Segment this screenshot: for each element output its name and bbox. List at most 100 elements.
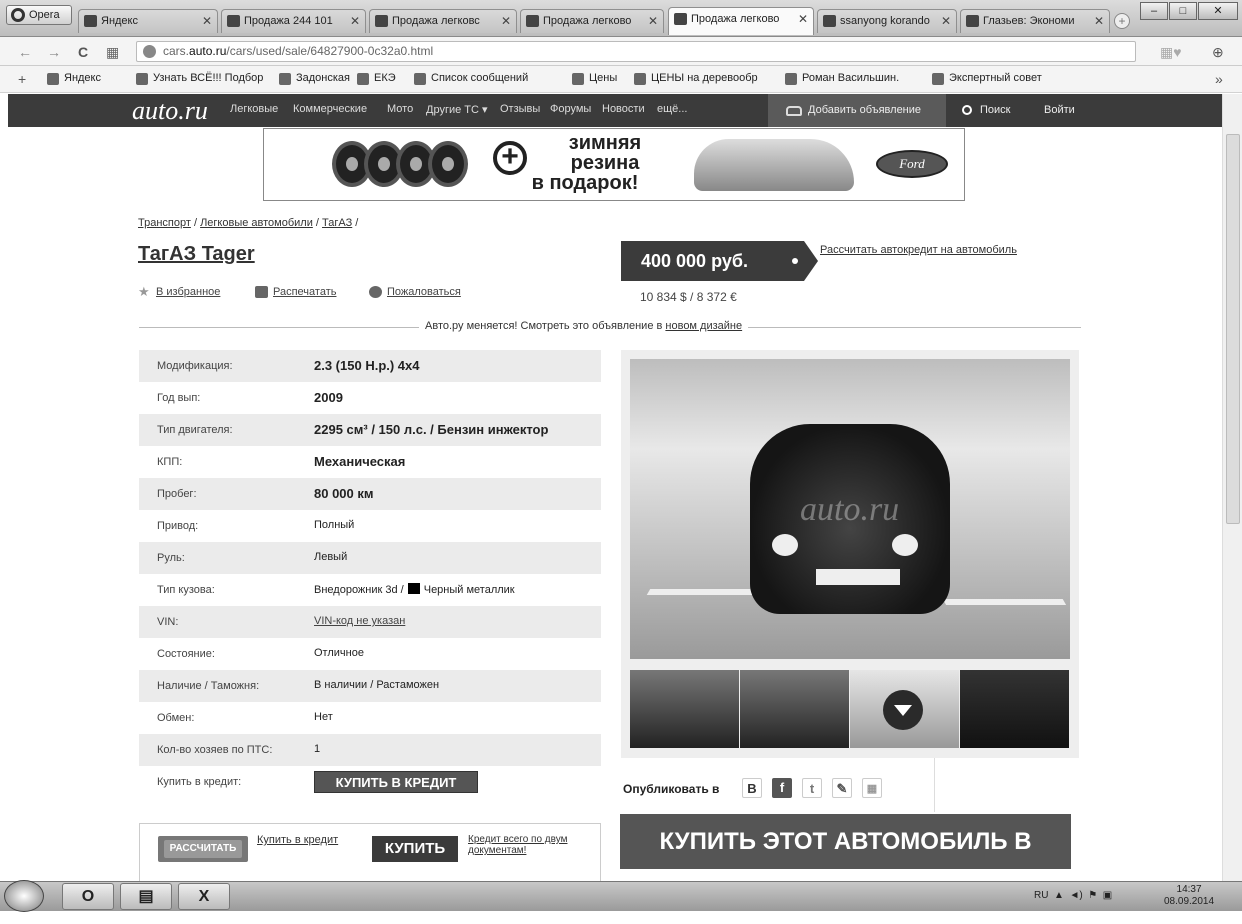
breadcrumb: Транспорт / Легковые автомобили / ТагАЗ … (138, 217, 359, 229)
photo-thumbnail[interactable] (960, 670, 1069, 748)
clock-time: 14:37 (1176, 884, 1202, 895)
nav-forums[interactable]: Форумы (550, 103, 591, 115)
url-input[interactable]: cars.auto.ru/cars/used/sale/64827900-0c3… (136, 41, 1136, 62)
search-result-icon (823, 15, 836, 27)
spec-value: 2295 см³ / 150 л.с. / Бензин инжектор (314, 422, 549, 437)
clock[interactable]: 14:37 08.09.2014 (1164, 884, 1214, 908)
credit-calc-link[interactable]: Рассчитать автокредит на автомобиль (820, 244, 1017, 256)
stash-icon[interactable]: ▦♥ (1160, 44, 1182, 61)
search-button[interactable]: Поиск (956, 94, 1010, 127)
site-logo[interactable]: auto.ru (132, 96, 208, 126)
livejournal-icon[interactable]: ✎ (832, 778, 852, 798)
forward-icon[interactable]: → (47, 44, 61, 60)
close-icon[interactable]: ✕ (648, 10, 658, 32)
page-scrollbar[interactable] (1222, 94, 1242, 881)
vk-icon[interactable]: В (742, 778, 762, 798)
close-icon[interactable]: ✕ (941, 10, 951, 32)
back-icon[interactable]: ← (18, 44, 32, 60)
main-car-photo[interactable]: auto.ru (630, 359, 1070, 659)
spec-key: Модификация: (157, 360, 233, 372)
new-tab-button[interactable]: + (1114, 13, 1130, 29)
twitter-icon[interactable]: t (802, 778, 822, 798)
bookmark-item[interactable]: Экспертный совет (932, 72, 1042, 85)
tab-sale-active[interactable]: Продажа легково ✕ (668, 7, 814, 35)
page-title[interactable]: ТагАЗ Tager (138, 243, 255, 266)
facebook-icon[interactable]: f (772, 778, 792, 798)
close-icon[interactable]: ✕ (798, 8, 808, 30)
reload-icon[interactable]: C (78, 44, 88, 60)
spec-row: КПП: Механическая (139, 446, 601, 478)
nav-cars[interactable]: Легковые (230, 103, 278, 115)
opera-taskbar-icon[interactable]: O (62, 883, 114, 910)
nav-reviews[interactable]: Отзывы (500, 103, 540, 115)
nav-moto[interactable]: Мото (387, 103, 413, 115)
scrollbar-thumb[interactable] (1226, 134, 1240, 524)
maximize-button[interactable]: □ (1169, 2, 1197, 20)
tab-sale-2[interactable]: Продажа легковс ✕ (369, 9, 517, 33)
download-icon[interactable]: ⊕ (1212, 44, 1224, 61)
favorite-link[interactable]: ★ В избранное (138, 284, 220, 299)
spec-row: Кол-во хозяев по ПТС: 1 (139, 734, 601, 766)
bookmark-item[interactable]: Яндекс (47, 72, 101, 85)
nav-news[interactable]: Новости (602, 103, 645, 115)
photo-thumbnail[interactable] (630, 670, 739, 748)
explorer-taskbar-icon[interactable]: ▤ (120, 883, 172, 910)
add-bookmark-icon[interactable]: + (18, 71, 26, 87)
minimize-button[interactable]: – (1140, 2, 1168, 20)
start-button[interactable] (4, 880, 44, 912)
spec-row: Тип кузова: Внедорожник 3d / Черный металл… (139, 574, 601, 606)
bookmark-item[interactable]: Роман Васильшин. (785, 72, 899, 85)
parking-line (942, 599, 1070, 659)
calculate-button[interactable]: РАССЧИТАТЬ (158, 836, 248, 862)
speed-dial-icon[interactable]: ▦ (106, 44, 119, 61)
nav-other[interactable]: Другие ТС ▾ (426, 103, 488, 116)
breadcrumb-cars[interactable]: Легковые автомобили (200, 217, 313, 229)
opera-menu-button[interactable]: Opera (6, 5, 72, 25)
nav-more[interactable]: ещё... (657, 103, 687, 115)
credit-docs-link[interactable]: Кредит всего по двум документам! (468, 834, 568, 856)
complain-link[interactable]: Пожаловаться (369, 286, 461, 298)
close-window-button[interactable]: ✕ (1198, 2, 1238, 20)
photo-thumbnail[interactable] (740, 670, 849, 748)
breadcrumb-transport[interactable]: Транспорт (138, 217, 191, 229)
site-info-icon[interactable] (143, 45, 156, 58)
headlight (892, 534, 918, 556)
vin-link[interactable]: VIN-код не указан (314, 615, 405, 627)
tab-sale-1[interactable]: Продажа 244 101 ✕ (221, 9, 366, 33)
spec-key: Состояние: (157, 648, 215, 660)
tab-yandex[interactable]: Яндекс ✕ (78, 9, 218, 33)
print-link[interactable]: Распечатать (255, 286, 336, 298)
tab-sale-3[interactable]: Продажа легково ✕ (520, 9, 664, 33)
close-icon[interactable]: ✕ (1094, 10, 1104, 32)
close-icon[interactable]: ✕ (350, 10, 360, 32)
login-link[interactable]: Войти (1044, 94, 1075, 127)
bookmark-item[interactable]: Список сообщений (414, 72, 528, 85)
tab-glazyev[interactable]: Глазьев: Экономи ✕ (960, 9, 1110, 33)
breadcrumb-tagaz[interactable]: ТагАЗ (322, 217, 352, 229)
bookmark-item[interactable]: Задонская (279, 72, 350, 85)
excel-taskbar-icon[interactable]: X (178, 883, 230, 910)
close-icon[interactable]: ✕ (501, 10, 511, 32)
buy-in-credit-button[interactable]: КУПИТЬ В КРЕДИТ (314, 771, 478, 793)
more-bookmarks-button[interactable]: » (1215, 71, 1223, 87)
bookmark-item[interactable]: ЕКЭ (357, 72, 396, 85)
odnoklassniki-icon[interactable]: ▦ (862, 778, 882, 798)
bookmark-item[interactable]: Узнать ВСЁ!!! Подбор (136, 72, 263, 85)
spec-row: Состояние: Отличное (139, 638, 601, 670)
language-indicator[interactable]: RU (1034, 890, 1048, 901)
buy-this-car-credit-banner[interactable]: КУПИТЬ ЭТОТ АВТОМОБИЛЬ В КРЕДИТ (620, 814, 1071, 910)
tab-ssanyong[interactable]: ssanyong korando ✕ (817, 9, 957, 33)
spec-key: Привод: (157, 520, 199, 532)
new-design-link[interactable]: новом дизайне (665, 320, 742, 332)
bookmark-item[interactable]: Цены (572, 72, 617, 85)
spec-row: Год вып: 2009 (139, 382, 601, 414)
banner-line: резина (570, 152, 640, 174)
nav-commercial[interactable]: Коммерческие (293, 103, 367, 115)
buy-button[interactable]: КУПИТЬ (372, 836, 458, 862)
bookmark-item[interactable]: ЦЕНЫ на деревообр (634, 72, 758, 85)
close-icon[interactable]: ✕ (202, 10, 212, 32)
play-video-icon[interactable] (883, 690, 923, 730)
buy-credit-link[interactable]: Купить в кредит (257, 834, 338, 846)
ad-banner[interactable]: + зимняя резина в подарок! Ford (263, 128, 965, 201)
add-listing-button[interactable]: Добавить объявление (768, 94, 946, 127)
